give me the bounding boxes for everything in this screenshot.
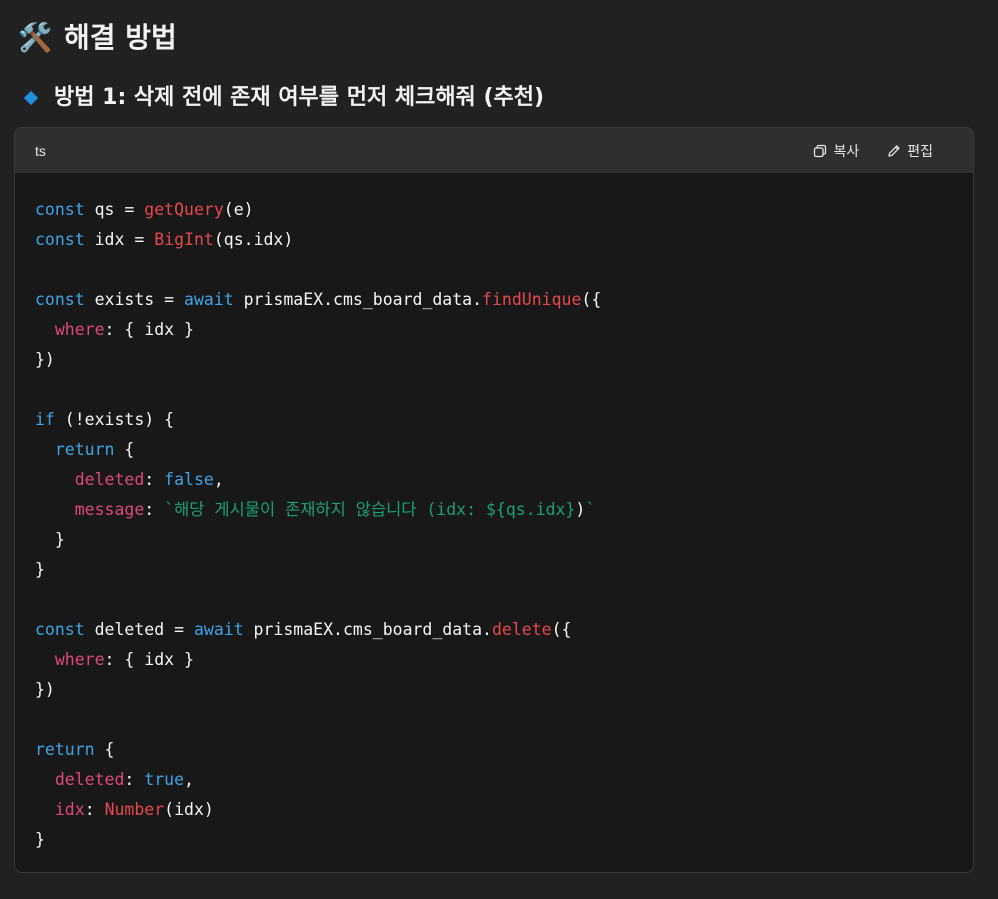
code-line: } xyxy=(35,825,953,855)
code-token: (qs.idx) xyxy=(213,230,294,249)
code-actions: 복사 편집 xyxy=(813,141,933,161)
code-line: idx: Number(idx) xyxy=(35,795,953,825)
code-language-label: ts xyxy=(35,142,46,159)
code-line: where: { idx } xyxy=(35,645,953,675)
code-token: : xyxy=(144,500,165,519)
code-token: { xyxy=(94,740,115,759)
code-token: `해당 게시물이 존재하지 않습니다 (idx: ${qs.idx} xyxy=(164,500,576,519)
copy-icon xyxy=(814,144,827,157)
code-line: }) xyxy=(35,345,953,375)
code-token: exists = xyxy=(84,290,185,309)
code-token: : { idx } xyxy=(104,650,194,669)
code-line: deleted: true, xyxy=(35,765,953,795)
code-token: where xyxy=(54,320,105,339)
pencil-icon xyxy=(888,144,900,157)
code-token: Number xyxy=(104,800,165,819)
code-token: return xyxy=(54,440,115,459)
code-token: deleted xyxy=(54,770,125,789)
code-block-header: ts 복사 편집 xyxy=(15,128,973,173)
code-token: where xyxy=(54,650,105,669)
tools-icon: 🛠️ xyxy=(17,21,53,54)
code-token: : { idx } xyxy=(104,320,194,339)
code-token: if xyxy=(35,410,55,429)
method-heading: 방법 1: 삭제 전에 존재 여부를 먼저 체크해줘 (추천) xyxy=(22,80,544,116)
code-token: : xyxy=(144,470,165,489)
page: 🛠️ 해결 방법 방법 1: 삭제 전에 존재 여부를 먼저 체크해줘 (추천)… xyxy=(0,0,998,899)
code-token: } xyxy=(35,830,45,849)
code-token: : xyxy=(84,800,105,819)
edit-button-label: 편집 xyxy=(907,143,933,160)
code-token: idx xyxy=(54,800,85,819)
code-token: , xyxy=(184,770,194,789)
code-block: ts 복사 편집 const qs = getQuery(e) const id… xyxy=(14,127,974,873)
code-line: const idx = BigInt(qs.idx) xyxy=(35,225,953,255)
code-token: } xyxy=(35,560,45,579)
copy-button[interactable]: 복사 xyxy=(813,141,859,161)
code-token: qs = xyxy=(84,200,145,219)
code-token: await xyxy=(193,620,244,639)
code-line: } xyxy=(35,555,953,585)
section-heading-text: 해결 방법 xyxy=(64,21,177,54)
code-token: ({ xyxy=(551,620,572,639)
code-token: const xyxy=(35,620,85,639)
code-token: delete xyxy=(491,620,552,639)
code-token: ({ xyxy=(581,290,602,309)
edit-button[interactable]: 편집 xyxy=(887,141,933,161)
code-token: findUnique xyxy=(482,290,582,309)
code-token: const xyxy=(35,200,85,219)
code-line: deleted: false, xyxy=(35,465,953,495)
code-token: true xyxy=(144,770,185,789)
code-token: message xyxy=(74,500,145,519)
code-token: : xyxy=(124,770,145,789)
code-token: , xyxy=(213,470,224,489)
code-token: const xyxy=(35,290,85,309)
code-token: }) xyxy=(35,680,55,699)
code-line: const exists = await prismaEX.cms_board_… xyxy=(35,285,953,315)
section-heading: 🛠️ 해결 방법 xyxy=(18,18,177,58)
code-token: (idx) xyxy=(164,800,214,819)
code-content: const qs = getQuery(e) const idx = BigInt… xyxy=(15,173,973,855)
code-line: }) xyxy=(35,675,953,705)
copy-button-label: 복사 xyxy=(833,143,860,160)
code-token: }) xyxy=(35,350,55,369)
code-token: ` xyxy=(585,500,596,519)
code-token: { xyxy=(114,440,135,459)
code-line: if (!exists) { xyxy=(35,405,953,435)
blue-diamond-icon xyxy=(23,90,39,106)
code-token: deleted = xyxy=(84,620,194,639)
code-token: return xyxy=(35,740,95,759)
code-token: BigInt xyxy=(154,230,214,249)
code-line: } xyxy=(35,525,953,555)
code-line: const deleted = await prismaEX.cms_board… xyxy=(35,615,953,645)
code-line: message: `해당 게시물이 존재하지 않습니다 (idx: ${qs.i… xyxy=(35,495,953,525)
code-token: (e) xyxy=(223,200,254,219)
code-line: return { xyxy=(35,435,953,465)
code-token: const xyxy=(35,230,85,249)
code-token: false xyxy=(164,470,214,489)
code-line: return { xyxy=(35,735,953,765)
code-line: const qs = getQuery(e) xyxy=(35,195,953,225)
code-token: } xyxy=(35,530,65,549)
code-token: await xyxy=(184,290,234,309)
code-token: getQuery xyxy=(144,200,224,219)
code-token: idx = xyxy=(84,230,155,249)
code-token: ) xyxy=(575,500,586,519)
code-line: where: { idx } xyxy=(35,315,953,345)
method-heading-text: 방법 1: 삭제 전에 존재 여부를 먼저 체크해줘 (추천) xyxy=(54,85,545,110)
code-token: prismaEX.cms_board_data. xyxy=(243,620,492,639)
code-token: prismaEX.cms_board_data. xyxy=(233,290,483,309)
code-token: (!exists) { xyxy=(54,410,175,429)
code-token: deleted xyxy=(74,470,145,489)
